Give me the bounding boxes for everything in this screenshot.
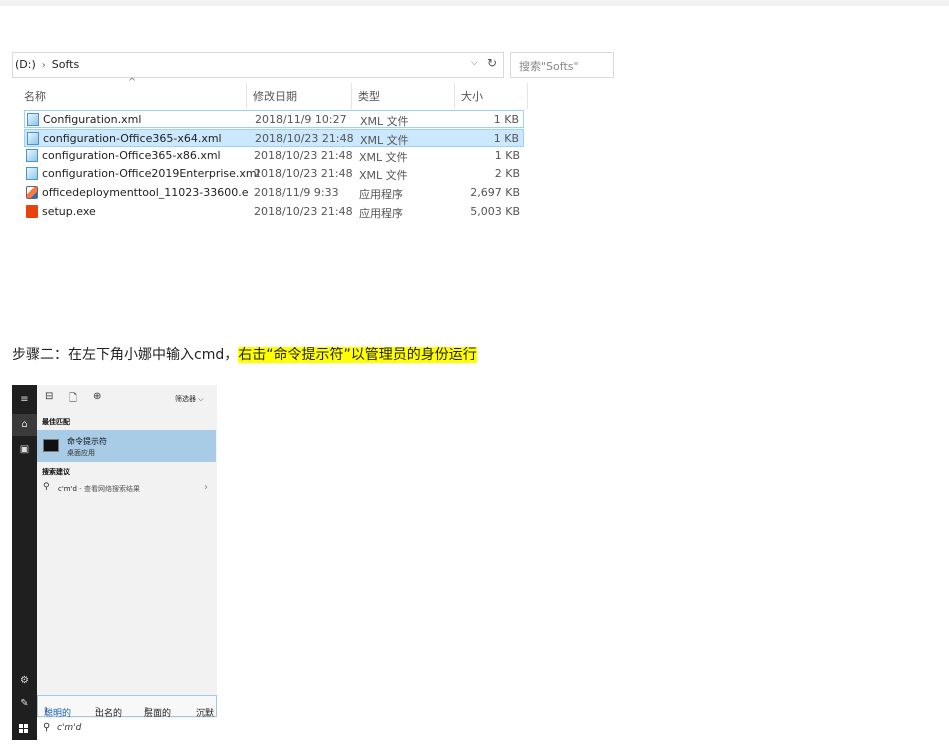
breadcrumb: (D:) › Softs bbox=[15, 58, 79, 71]
xml-file-icon bbox=[27, 113, 39, 126]
step-highlighted-text: 右击“命令提示符”以管理员的身份运行 bbox=[238, 347, 477, 363]
breadcrumb-folder[interactable]: Softs bbox=[52, 58, 79, 71]
documents-filter-icon[interactable]: 🗋 bbox=[69, 391, 77, 408]
windows-start-icon[interactable] bbox=[19, 724, 29, 734]
best-match-header: 最佳匹配 bbox=[42, 418, 70, 426]
taskbar-search-box[interactable]: ⚲ c'm'd bbox=[37, 718, 217, 740]
hamburger-menu-icon[interactable]: ≡ bbox=[12, 389, 37, 411]
chevron-right-icon: › bbox=[204, 482, 208, 493]
refresh-icon[interactable]: ↻ bbox=[487, 56, 497, 70]
best-match-item[interactable]: 命令提示符 桌面应用 bbox=[37, 430, 216, 462]
step-text: 步骤二：在左下角小娜中输入cmd， bbox=[12, 347, 239, 363]
apps-filter-icon[interactable]: ⊟ bbox=[45, 391, 53, 402]
feedback-icon[interactable]: ✎ bbox=[12, 693, 37, 715]
chevron-down-icon[interactable]: ⌵ bbox=[471, 58, 478, 68]
settings-gear-icon[interactable]: ⚙ bbox=[12, 670, 37, 692]
file-row-selected[interactable]: configuration-Office365-x64.xml 2018/10/… bbox=[24, 129, 524, 147]
start-left-rail: ≡ ⌂ ▣ ⚙ ✎ bbox=[12, 385, 37, 740]
xml-file-icon bbox=[26, 149, 38, 162]
breadcrumb-drive[interactable]: (D:) bbox=[15, 58, 36, 71]
breadcrumb-separator-icon: › bbox=[41, 60, 46, 71]
file-row[interactable]: configuration-Office365-x86.xml 2018/10/… bbox=[24, 147, 524, 165]
best-match-title: 命令提示符 bbox=[67, 437, 107, 446]
suggestion-query: c'm'd bbox=[58, 485, 77, 493]
file-row[interactable]: configuration-Office2019Enterprise.xml 2… bbox=[24, 165, 524, 183]
ime-candidate-bar: 1 聪明的 2 出名的 3 层面的 沉默 bbox=[37, 695, 217, 719]
column-header-type[interactable]: 类型 bbox=[352, 83, 455, 109]
file-row[interactable]: Configuration.xml 2018/11/9 10:27 XML 文件… bbox=[24, 110, 524, 128]
file-row[interactable]: setup.exe 2018/10/23 21:48 应用程序 5,003 KB bbox=[24, 203, 524, 221]
file-row[interactable]: officedeploymenttool_11023-33600.e 2018/… bbox=[24, 184, 524, 202]
home-icon[interactable]: ⌂ bbox=[12, 414, 37, 436]
best-match-subtitle: 桌面应用 bbox=[67, 449, 95, 457]
column-header-date[interactable]: 修改日期 bbox=[247, 83, 352, 109]
address-bar[interactable]: (D:) › Softs ⌵ ↻ bbox=[12, 52, 504, 78]
search-icon: ⚲ bbox=[43, 482, 50, 492]
page-top-strip bbox=[0, 0, 949, 6]
column-header-name[interactable]: 名称 bbox=[18, 83, 247, 109]
search-input[interactable]: c'm'd bbox=[57, 723, 81, 733]
xml-file-icon bbox=[26, 167, 38, 180]
step-instruction: 步骤二：在左下角小娜中输入cmd，右击“命令提示符”以管理员的身份运行 bbox=[12, 344, 477, 364]
web-search-suggestion[interactable]: ⚲ c'm'd - 查看网络搜索结果 › bbox=[37, 482, 216, 496]
search-box[interactable]: 搜索"Softs" bbox=[510, 52, 614, 78]
search-results-panel: ⊟ 🗋 ⊕ 筛选器 ⌵ 最佳匹配 命令提示符 桌面应用 搜索建议 ⚲ c'm'd… bbox=[37, 385, 217, 740]
chevron-down-icon: ⌵ bbox=[198, 395, 204, 403]
notebook-icon[interactable]: ▣ bbox=[12, 439, 37, 461]
suggestion-description: - 查看网络搜索结果 bbox=[76, 485, 140, 493]
filter-dropdown[interactable]: 筛选器 ⌵ bbox=[175, 394, 204, 404]
command-prompt-icon bbox=[43, 439, 59, 452]
web-filter-icon[interactable]: ⊕ bbox=[93, 391, 101, 402]
start-search-panel: ≡ ⌂ ▣ ⚙ ✎ ⊟ 🗋 ⊕ 筛选器 ⌵ 最佳匹配 命令提示符 桌面应用 搜索… bbox=[12, 385, 217, 740]
search-icon: ⚲ bbox=[43, 722, 51, 733]
search-suggestion-header: 搜索建议 bbox=[42, 468, 70, 476]
installer-exe-icon bbox=[26, 186, 38, 199]
search-input[interactable]: 搜索"Softs" bbox=[519, 58, 579, 74]
column-header-size[interactable]: 大小 bbox=[455, 83, 528, 109]
office-logo-icon bbox=[26, 205, 38, 218]
xml-file-icon bbox=[27, 132, 39, 145]
file-explorer-window: (D:) › Softs ⌵ ↻ 搜索"Softs" ^ 名称 修改日期 类型 大小… bbox=[12, 50, 614, 232]
